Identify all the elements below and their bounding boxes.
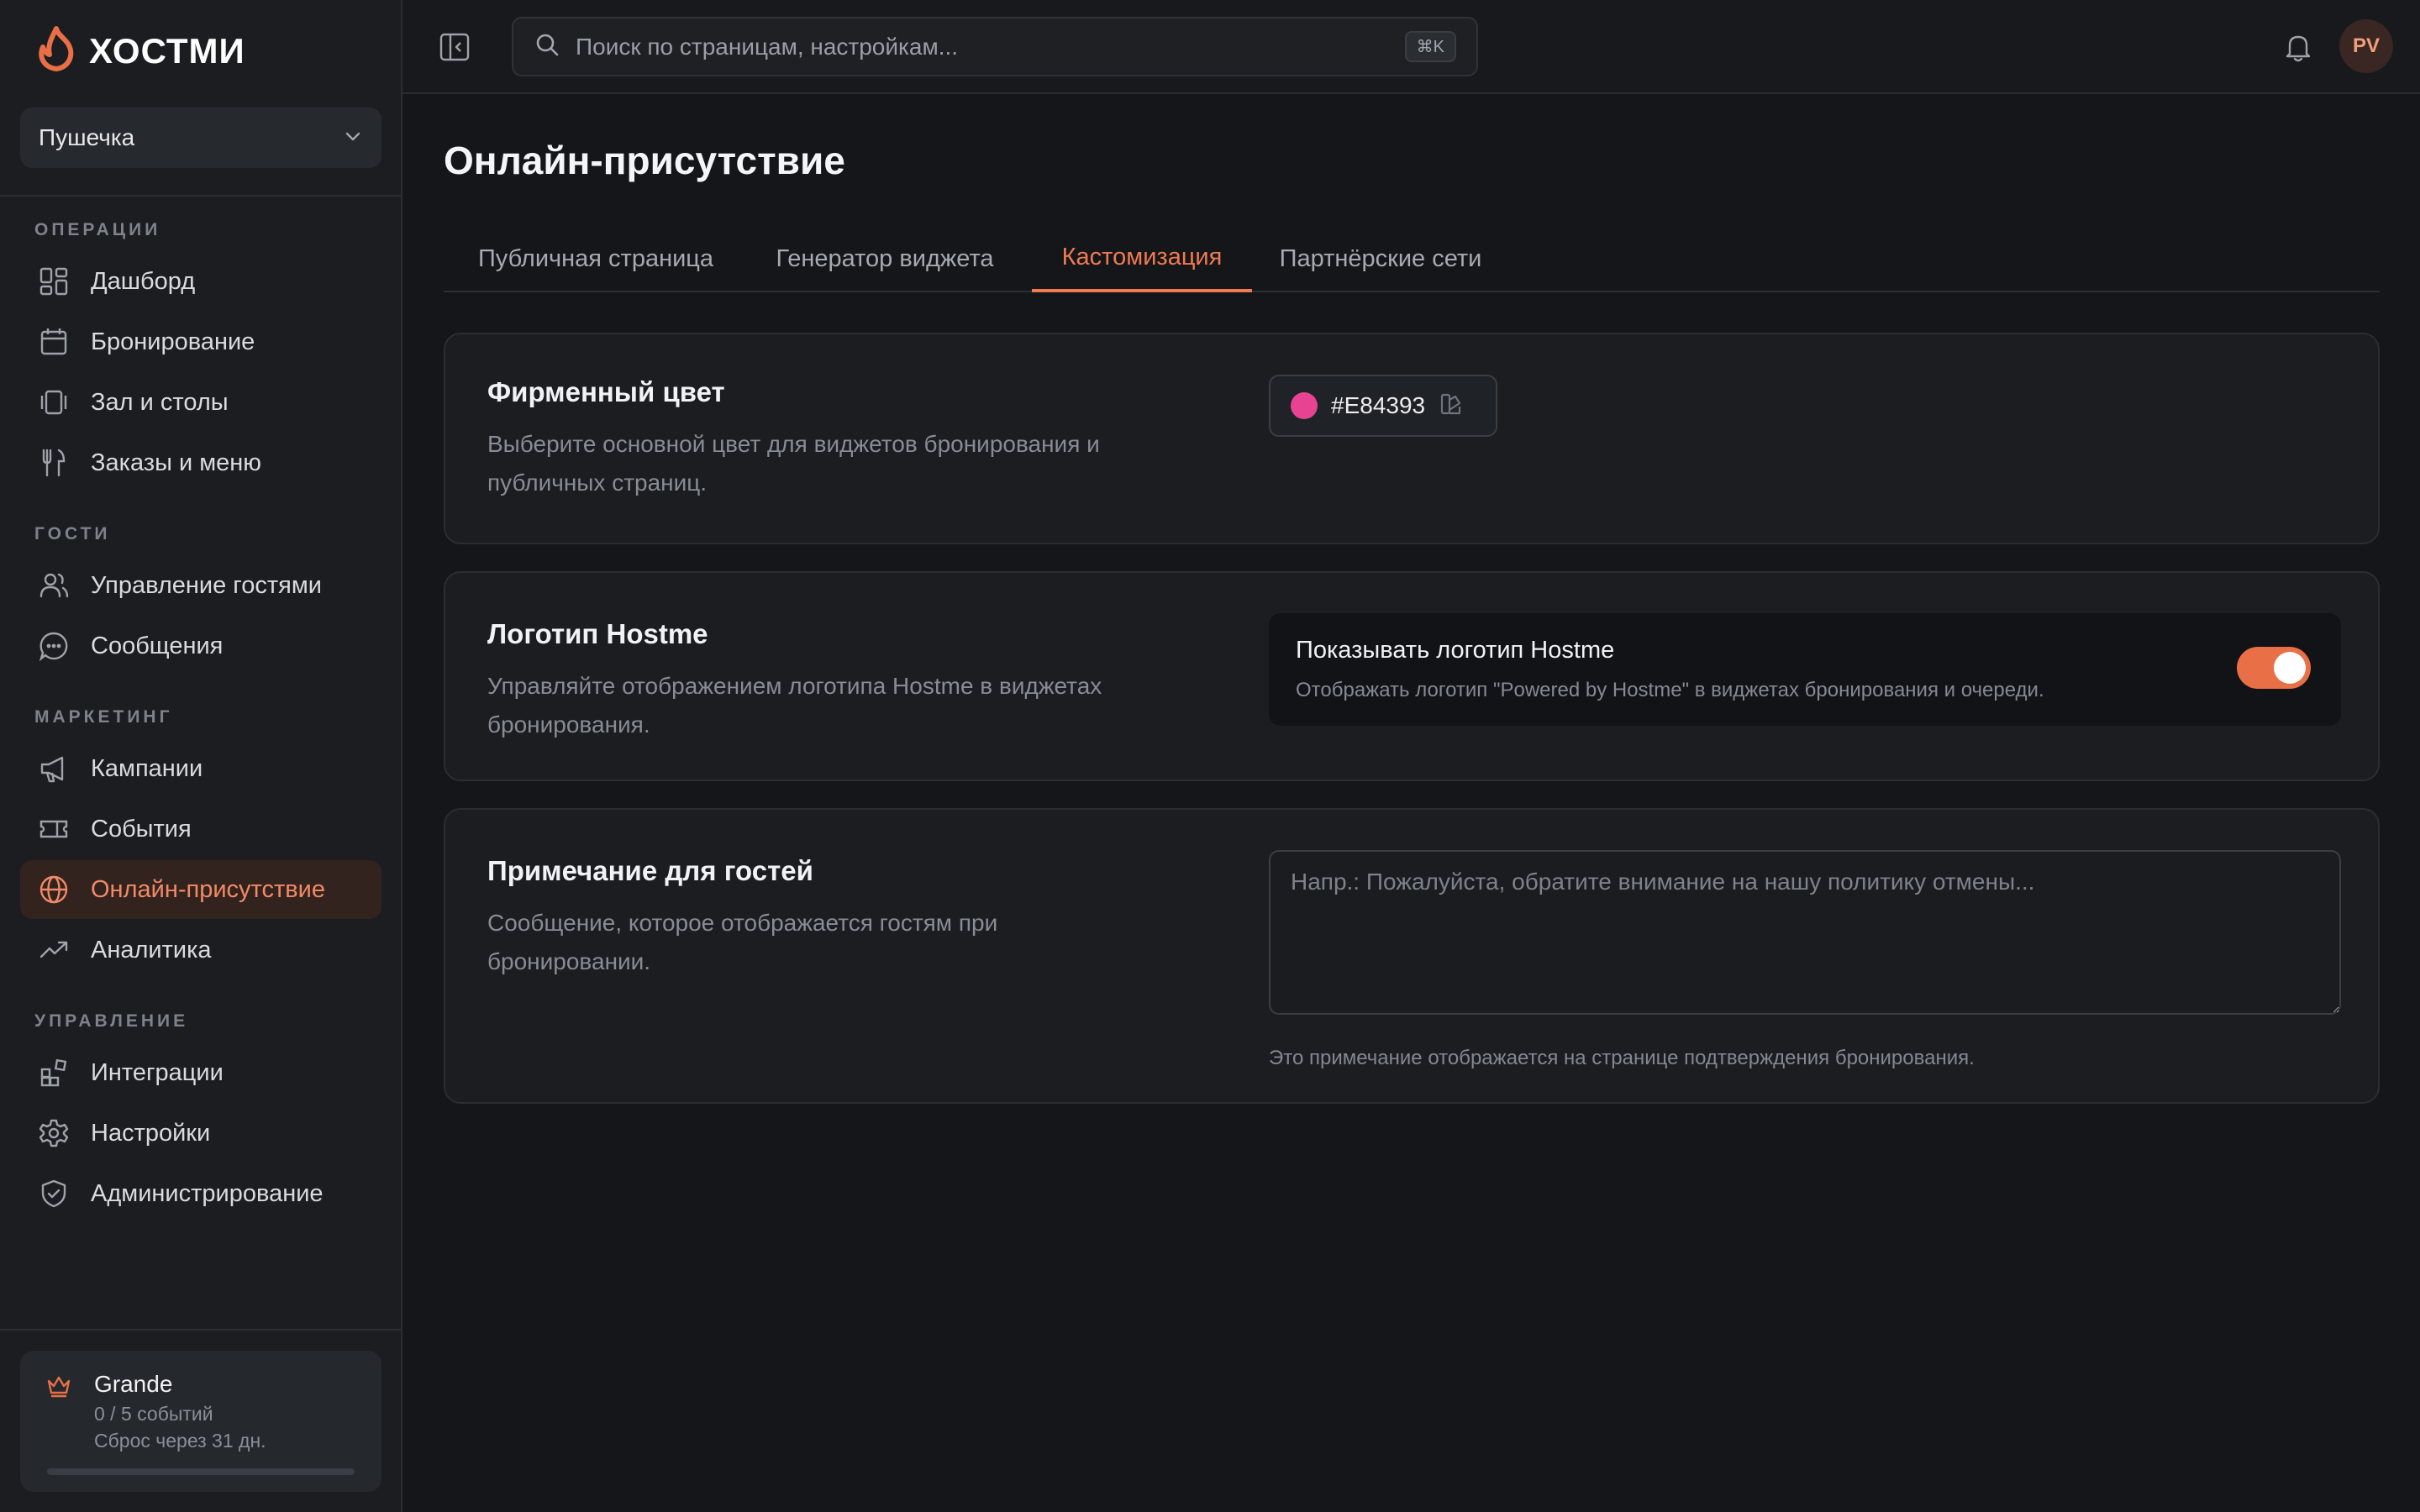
section-label-guests: ГОСТИ [34, 524, 111, 543]
sidebar-item-label: Аналитика [91, 936, 212, 963]
color-swatch [1291, 392, 1318, 419]
sidebar-item-label: Интеграции [91, 1058, 224, 1086]
logo-setting-card: Логотип Hostme Управляйте отображением л… [444, 571, 2380, 781]
sidebar-item-label: Администрирование [91, 1179, 324, 1207]
sidebar-item-analytics[interactable]: Аналитика [20, 921, 381, 979]
venue-selected-value: Пушечка [39, 124, 135, 150]
sidebar-item-label: Дашборд [91, 267, 196, 295]
gear-icon [37, 1116, 71, 1150]
megaphone-icon [37, 752, 71, 785]
utensils-icon [37, 446, 71, 480]
section-label-operations: ОПЕРАЦИИ [34, 220, 161, 239]
sidebar-toggle-icon[interactable] [438, 30, 471, 64]
tab-widget-generator[interactable]: Генератор виджета [748, 225, 1022, 292]
integrations-icon [37, 1056, 71, 1089]
sidebar-item-campaigns[interactable]: Кампании [20, 739, 381, 798]
sidebar-item-dashboard[interactable]: Дашборд [20, 252, 381, 311]
tab-partner-networks[interactable]: Партнёрские сети [1252, 225, 1509, 292]
shield-icon [37, 1177, 71, 1210]
sidebar-item-orders-menu[interactable]: Заказы и меню [20, 433, 381, 492]
chevron-down-icon [343, 126, 363, 150]
sidebar-item-label: Кампании [91, 754, 203, 782]
user-avatar[interactable]: PV [2339, 19, 2393, 73]
sidebar-item-label: События [91, 815, 192, 843]
plan-name: Grande [94, 1371, 173, 1397]
venue-select[interactable]: Пушечка [20, 108, 381, 168]
tab-customization[interactable]: Кастомизация [1032, 225, 1252, 292]
users-icon [37, 569, 71, 602]
brand-color-title: Фирменный цвет [487, 376, 725, 407]
sidebar-item-label: Онлайн-присутствие [91, 875, 325, 903]
sidebar-item-bookings[interactable]: Бронирование [20, 312, 381, 371]
crown-icon [45, 1373, 72, 1404]
brand-color-card: Фирменный цвет Выберите основной цвет дл… [444, 333, 2380, 544]
sidebar-item-settings[interactable]: Настройки [20, 1104, 381, 1163]
toggle-knob [2274, 652, 2306, 684]
sidebar-item-label: Бронирование [91, 328, 255, 355]
sidebar-item-guest-management[interactable]: Управление гостями [20, 556, 381, 615]
guest-note-title: Примечание для гостей [487, 855, 813, 886]
logo-toggle-row: Показывать логотип Hostme Отображать лог… [1269, 613, 2341, 726]
flame-logo-icon [35, 25, 77, 76]
brand-name: ХОСТМИ [89, 30, 245, 71]
sidebar-item-integrations[interactable]: Интеграции [20, 1043, 381, 1102]
sidebar: ХОСТМИ Пушечка ОПЕРАЦИИ Дашборд Брониров… [0, 0, 402, 1512]
sidebar-divider [0, 195, 401, 197]
search-placeholder: Поиск по страницам, настройкам... [576, 33, 959, 60]
dashboard-icon [37, 265, 71, 298]
logo-setting-description: Управляйте отображением логотипа Hostme … [487, 673, 1102, 738]
plan-progress-bar [47, 1468, 355, 1475]
page-title: Онлайн-присутствие [444, 139, 845, 182]
sidebar-item-label: Зал и столы [91, 388, 229, 416]
sidebar-item-online-presence[interactable]: Онлайн-присутствие [20, 860, 381, 919]
show-logo-toggle[interactable] [2237, 647, 2311, 689]
sidebar-item-label: Сообщения [91, 632, 224, 659]
brand-logo[interactable]: ХОСТМИ [35, 25, 245, 76]
guest-note-textarea[interactable] [1269, 850, 2341, 1015]
tables-icon [37, 386, 71, 419]
brand-color-description: Выберите основной цвет для виджетов брон… [487, 431, 1100, 496]
bell-icon[interactable] [2281, 30, 2315, 64]
section-label-management: УПРАВЛЕНИЕ [34, 1011, 189, 1031]
globe-icon [37, 873, 71, 906]
trending-icon [37, 933, 71, 967]
tab-bar: Публичная страница Генератор виджета Кас… [444, 225, 2380, 292]
chat-icon [37, 629, 71, 663]
logo-setting-title: Логотип Hostme [487, 618, 708, 649]
section-label-marketing: МАРКЕТИНГ [34, 707, 173, 727]
brand-color-picker[interactable]: #E84393 [1269, 375, 1497, 437]
search-icon [534, 31, 560, 62]
sidebar-item-messages[interactable]: Сообщения [20, 617, 381, 675]
tab-public-page[interactable]: Публичная страница [444, 225, 748, 292]
plan-reset: Сброс через 31 дн. [94, 1430, 266, 1452]
search-shortcut: ⌘K [1404, 31, 1456, 62]
sidebar-divider [0, 1329, 401, 1331]
plan-card[interactable]: Grande 0 / 5 событий Сброс через 31 дн. [20, 1351, 381, 1492]
ticket-icon [37, 812, 71, 846]
sidebar-item-label: Заказы и меню [91, 449, 262, 476]
guest-note-card: Примечание для гостей Сообщение, которое… [444, 808, 2380, 1104]
sidebar-item-floor-tables[interactable]: Зал и столы [20, 373, 381, 432]
sidebar-item-label: Управление гостями [91, 571, 322, 599]
sidebar-item-label: Настройки [91, 1119, 211, 1147]
palette-icon [1439, 391, 1464, 421]
plan-usage: 0 / 5 событий [94, 1403, 213, 1425]
search-input[interactable]: Поиск по страницам, настройкам... ⌘K [512, 17, 1478, 76]
guest-note-hint: Это примечание отображается на странице … [1269, 1047, 1975, 1069]
calendar-icon [37, 325, 71, 359]
sidebar-item-administration[interactable]: Администрирование [20, 1164, 381, 1223]
brand-color-value: #E84393 [1331, 392, 1426, 418]
guest-note-description: Сообщение, которое отображается гостям п… [487, 910, 998, 974]
logo-toggle-label: Показывать логотип Hostme [1296, 637, 1615, 664]
sidebar-item-events[interactable]: События [20, 800, 381, 858]
topbar: Поиск по страницам, настройкам... ⌘K PV [402, 0, 2420, 94]
logo-toggle-hint: Отображать логотип "Powered by Hostme" в… [1296, 679, 2044, 701]
